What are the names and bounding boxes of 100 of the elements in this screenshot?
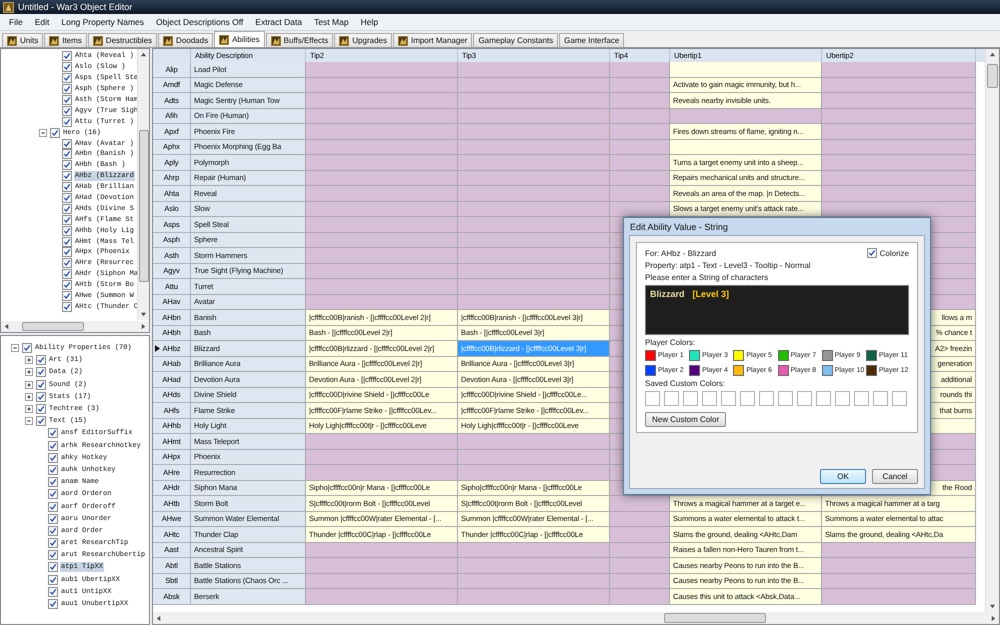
table-cell[interactable] [458, 170, 610, 186]
table-cell[interactable] [306, 78, 458, 93]
table-cell[interactable] [822, 170, 976, 186]
checkbox[interactable] [62, 193, 72, 204]
scrollbar-thumb[interactable] [664, 613, 766, 623]
text-area[interactable]: Blizzard [Level 3] [645, 285, 909, 335]
table-cell[interactable] [610, 93, 670, 108]
menu-item[interactable]: Extract Data [250, 17, 308, 27]
table-cell[interactable] [306, 140, 458, 155]
table-cell[interactable] [458, 217, 610, 232]
checkbox-label[interactable]: Colorize [880, 248, 909, 258]
menu-item[interactable]: Test Map [309, 17, 354, 27]
table-cell[interactable] [306, 434, 458, 450]
menu-item[interactable]: Edit [30, 17, 54, 27]
table-cell[interactable] [670, 108, 822, 124]
custom-color-slot[interactable] [835, 391, 850, 406]
custom-color-slot[interactable] [892, 391, 907, 406]
checkbox[interactable] [48, 574, 58, 585]
table-cell[interactable] [610, 527, 670, 542]
table-cell[interactable] [822, 589, 976, 604]
table-cell[interactable] [306, 542, 458, 558]
table-cell[interactable] [458, 558, 610, 574]
table-cell[interactable] [458, 155, 610, 170]
checkbox[interactable] [62, 291, 72, 302]
checkbox[interactable] [36, 355, 46, 366]
table-cell[interactable] [610, 542, 670, 558]
table-cell[interactable] [822, 124, 976, 140]
checkbox[interactable] [48, 477, 58, 488]
table-cell[interactable] [306, 170, 458, 186]
table-cell[interactable] [610, 140, 670, 155]
custom-color-slot[interactable] [721, 391, 736, 406]
table-cell[interactable] [306, 232, 458, 248]
checkbox[interactable] [48, 452, 58, 463]
checkbox[interactable] [36, 416, 46, 426]
scrollbar-thumb[interactable] [138, 130, 148, 282]
checkbox[interactable] [62, 149, 72, 160]
table-cell[interactable] [306, 574, 458, 589]
custom-color-slot[interactable] [740, 391, 755, 406]
table-cell[interactable] [306, 558, 458, 574]
menu-item[interactable]: Long Property Names [56, 17, 150, 27]
table-cell[interactable] [610, 186, 670, 202]
table-cell[interactable] [458, 264, 610, 279]
checkbox[interactable] [48, 538, 58, 548]
down-arrow-icon[interactable] [989, 603, 996, 610]
color-swatch[interactable] [778, 365, 788, 376]
menu-item[interactable]: Help [356, 17, 384, 27]
checkbox[interactable] [62, 84, 72, 94]
color-swatch[interactable] [733, 350, 744, 361]
checkbox[interactable] [48, 526, 58, 536]
minus-box-icon[interactable] [25, 417, 33, 426]
tab[interactable]: Gameplay Constants [473, 33, 558, 47]
color-swatch[interactable] [822, 350, 833, 361]
checkbox[interactable] [62, 73, 72, 84]
table-cell[interactable] [458, 202, 610, 217]
table-cell[interactable] [610, 558, 670, 574]
left-arrow-icon[interactable] [3, 323, 10, 330]
table-cell[interactable] [306, 202, 458, 217]
table-cell[interactable] [458, 108, 610, 124]
checkbox[interactable] [48, 562, 58, 572]
table-cell[interactable] [458, 589, 610, 604]
checkbox[interactable] [62, 62, 72, 72]
checkbox[interactable] [50, 128, 60, 138]
table-cell[interactable] [822, 108, 976, 124]
color-swatch[interactable] [689, 350, 700, 361]
right-arrow-icon[interactable] [140, 323, 147, 330]
table-cell[interactable] [306, 248, 458, 264]
checkbox[interactable] [48, 428, 58, 438]
tab[interactable]: Units [2, 33, 44, 47]
table-cell[interactable] [458, 450, 610, 465]
tab[interactable]: Buffs/Effects [266, 33, 334, 47]
tab[interactable]: Abilities [214, 31, 265, 47]
custom-color-slot[interactable] [702, 391, 717, 406]
table-cell[interactable] [822, 62, 976, 78]
table-cell[interactable] [306, 465, 458, 480]
checkbox[interactable] [62, 138, 72, 149]
custom-color-slot[interactable] [683, 391, 698, 406]
table-cell[interactable] [306, 264, 458, 279]
table-cell[interactable] [458, 93, 610, 108]
table-cell[interactable] [610, 108, 670, 124]
tab[interactable]: Game Interface [559, 33, 624, 47]
checkbox[interactable] [62, 51, 72, 62]
custom-color-slot[interactable] [778, 391, 793, 406]
tab[interactable]: Upgrades [334, 33, 392, 47]
table-cell[interactable] [458, 140, 610, 155]
left-arrow-icon[interactable] [155, 614, 162, 622]
scrollbar-thumb[interactable] [987, 64, 998, 88]
plus-box-icon[interactable] [25, 380, 33, 389]
checkbox[interactable] [62, 204, 72, 214]
table-cell[interactable] [610, 155, 670, 170]
minus-box-icon[interactable] [11, 344, 19, 352]
color-swatch[interactable] [778, 350, 788, 361]
table-cell[interactable] [458, 232, 610, 248]
checkbox[interactable] [62, 182, 72, 192]
plus-box-icon[interactable] [25, 392, 33, 401]
table-cell[interactable] [610, 496, 670, 512]
checkbox[interactable] [62, 258, 72, 268]
table-cell[interactable] [822, 542, 976, 558]
table-cell[interactable] [610, 512, 670, 527]
table-cell[interactable] [306, 108, 458, 124]
table-cell[interactable] [306, 155, 458, 170]
